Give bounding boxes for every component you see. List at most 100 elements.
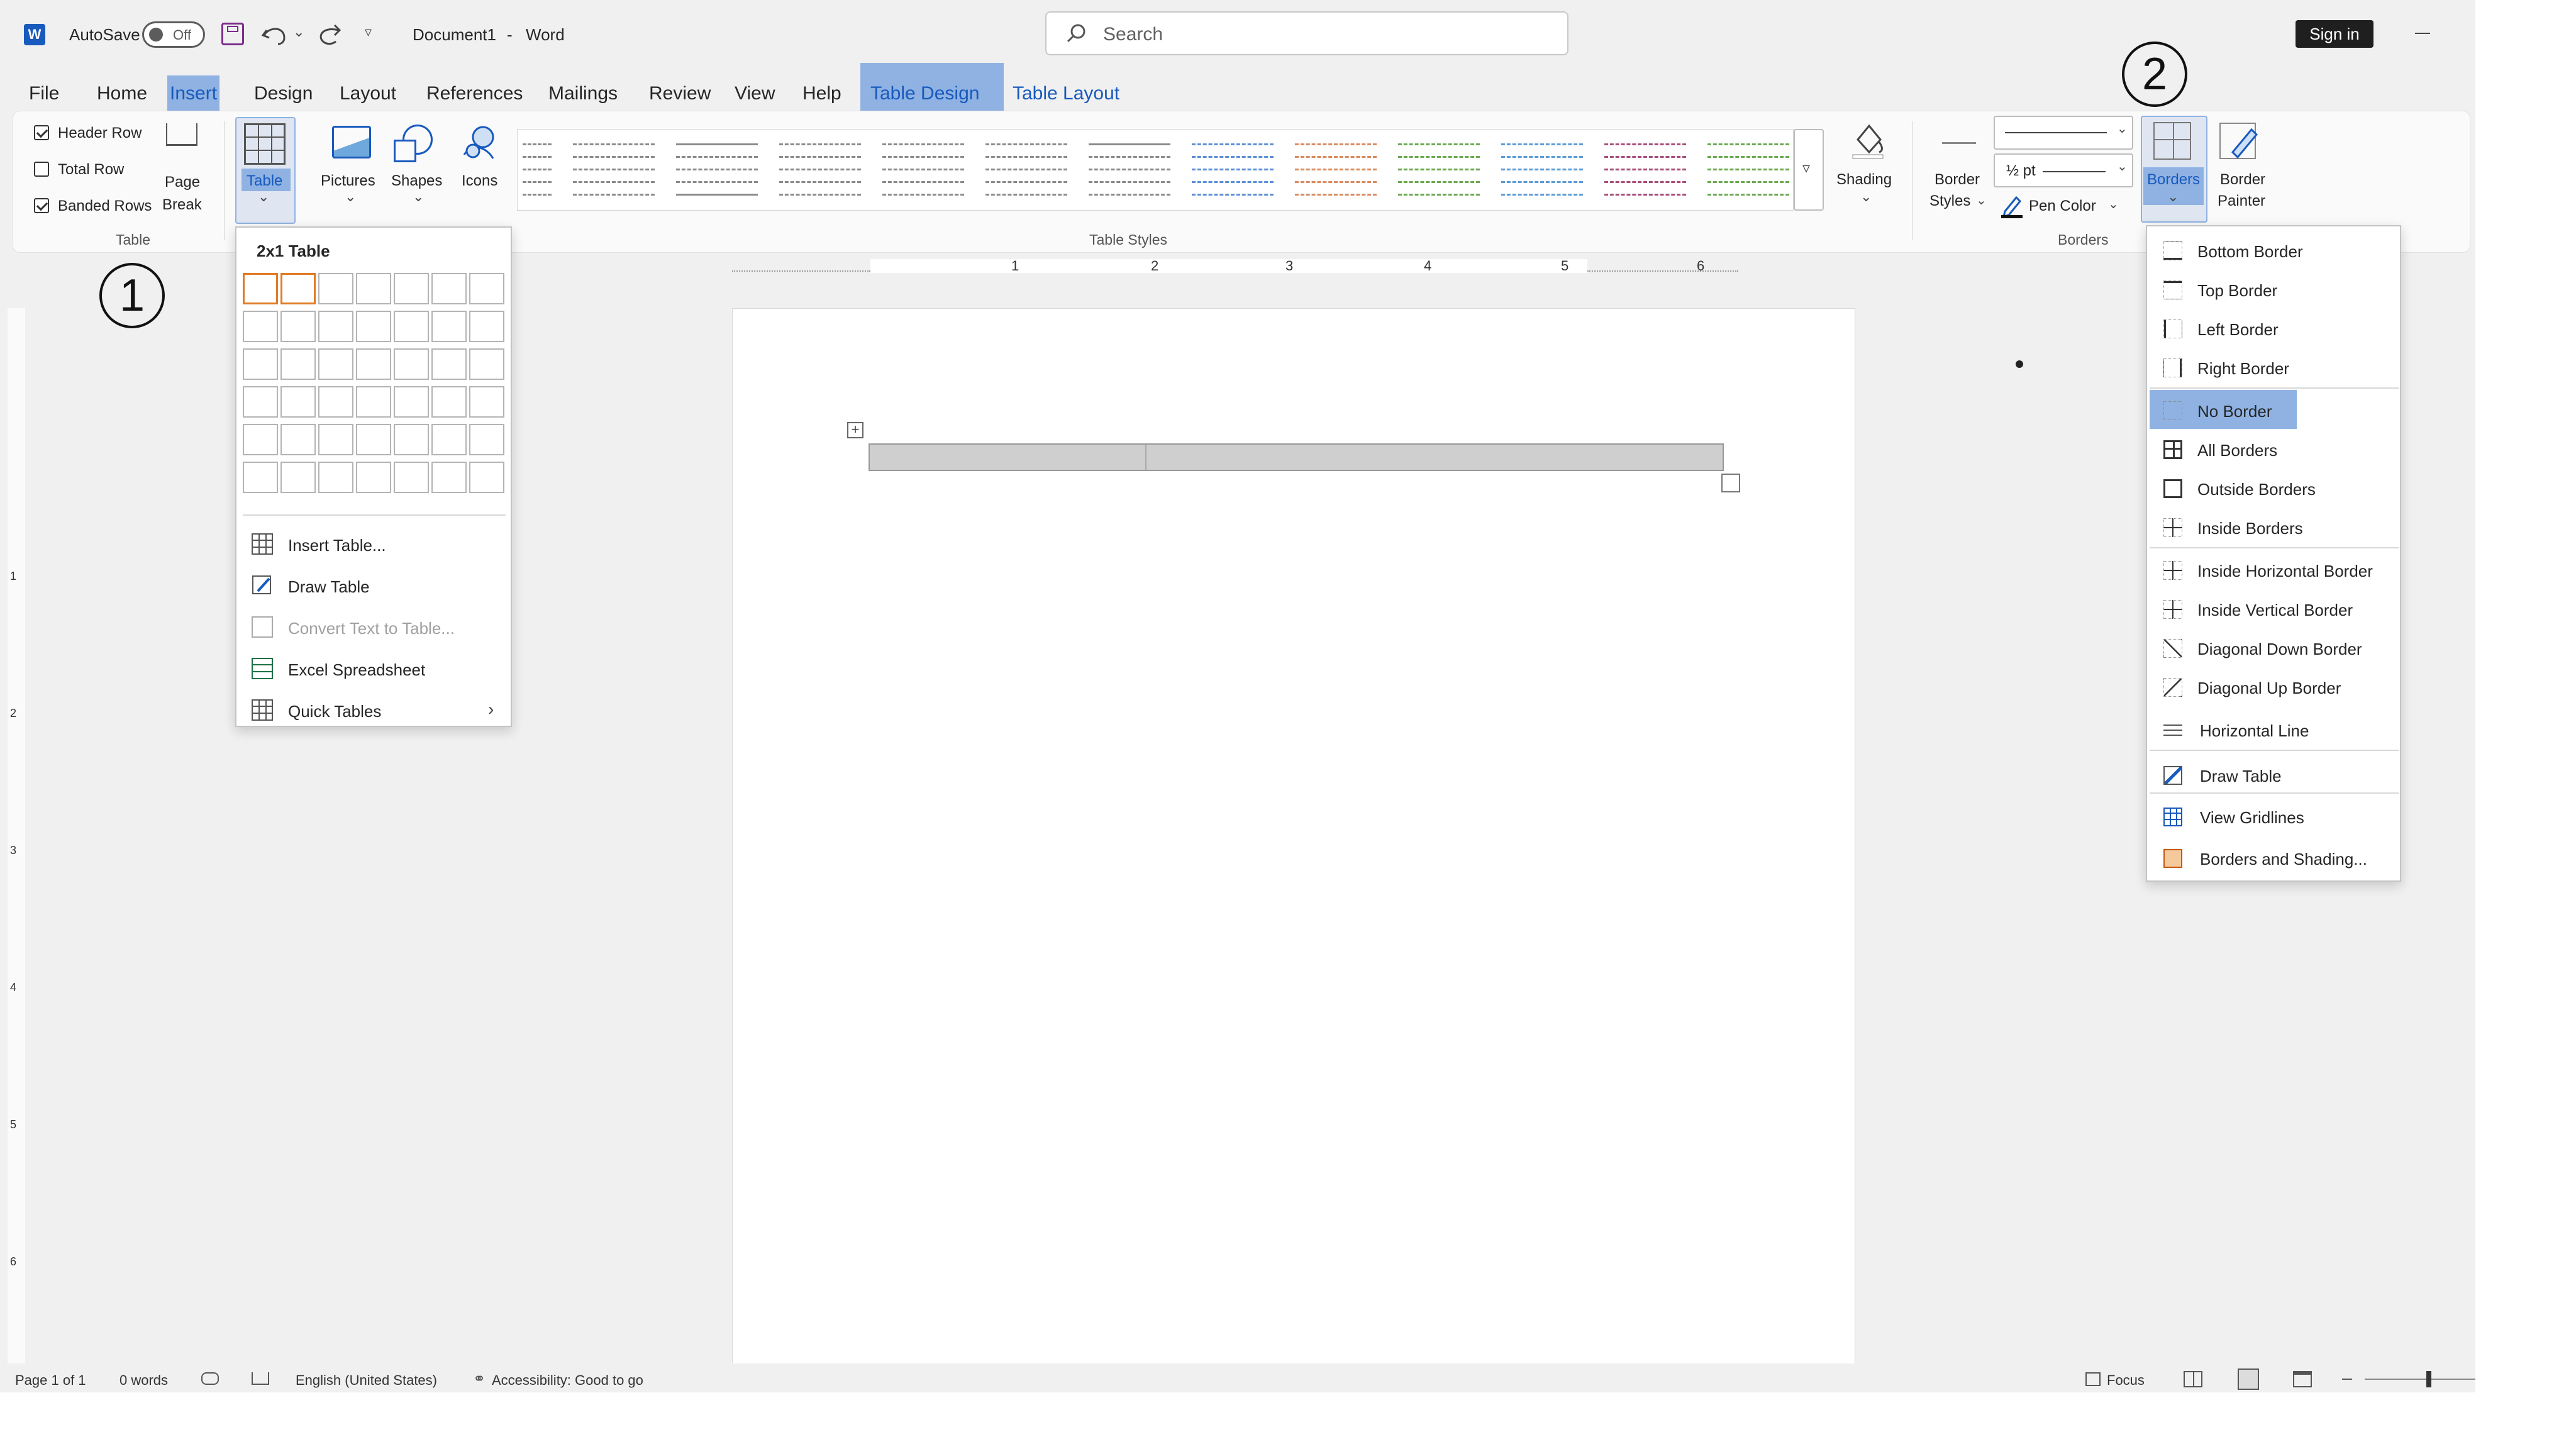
tab-help[interactable]: Help <box>800 75 844 112</box>
table-style-swatch[interactable] <box>1291 137 1380 200</box>
table-grid-cell[interactable] <box>431 273 467 304</box>
table-grid-cell[interactable] <box>431 462 467 493</box>
borders-menu-item-view-gridlines[interactable]: View Gridlines <box>2147 800 2400 835</box>
table-style-swatch[interactable] <box>1704 137 1793 200</box>
tab-insert[interactable]: Insert <box>167 75 220 112</box>
border-styles-label-line2[interactable]: Styles <box>1929 192 1970 210</box>
word-count[interactable]: 0 words <box>119 1372 168 1389</box>
table-style-swatch[interactable] <box>1497 137 1587 200</box>
table-resize-handle[interactable] <box>1721 474 1740 492</box>
table-grid-cell[interactable] <box>356 424 391 455</box>
borders-menu-item-draw-table[interactable]: Draw Table <box>2147 758 2400 794</box>
table-grid-cell[interactable] <box>394 424 429 455</box>
line-weight-dropdown[interactable]: ½ pt ⌄ <box>1994 153 2133 187</box>
table-grid-cell[interactable] <box>394 386 429 418</box>
table-grid-cell[interactable] <box>469 462 504 493</box>
table-grid-cell[interactable] <box>280 462 316 493</box>
search-box[interactable]: Search <box>1045 11 1568 55</box>
zoom-slider-thumb[interactable] <box>2426 1371 2431 1387</box>
table-grid-cell[interactable] <box>469 424 504 455</box>
table-grid-cell[interactable] <box>356 386 391 418</box>
table-grid-cell[interactable] <box>431 348 467 380</box>
shading-dropdown-icon[interactable]: ⌄ <box>1860 189 1872 205</box>
save-icon[interactable] <box>221 23 244 45</box>
table-grid-cell[interactable] <box>243 424 278 455</box>
table-grid-cell[interactable] <box>431 386 467 418</box>
borders-menu-item-horizontal-line[interactable]: Horizontal Line <box>2147 713 2400 748</box>
table-grid-cell[interactable] <box>431 311 467 342</box>
table-grid-cell[interactable] <box>394 348 429 380</box>
table-grid-cell[interactable] <box>280 348 316 380</box>
document-page[interactable]: + <box>732 308 2023 1392</box>
table-move-handle[interactable]: + <box>847 422 863 438</box>
table-grid-cell[interactable] <box>356 311 391 342</box>
border-painter-label-line1[interactable]: Border <box>2220 171 2265 189</box>
borders-menu-item-top-border[interactable]: Top Border <box>2147 273 2400 308</box>
borders-menu-item-inside-horizontal-border[interactable]: Inside Horizontal Border <box>2147 553 2400 589</box>
autosave-toggle[interactable]: Off <box>142 21 205 48</box>
page-count[interactable]: Page 1 of 1 <box>15 1372 86 1389</box>
table-grid-cell[interactable] <box>280 424 316 455</box>
table-style-swatch[interactable] <box>1188 137 1277 200</box>
excel-spreadsheet-item[interactable]: Excel Spreadsheet <box>236 650 511 688</box>
borders-menu-item-inside-borders[interactable]: Inside Borders <box>2147 511 2400 546</box>
borders-menu-item-left-border[interactable]: Left Border <box>2147 312 2400 347</box>
table-grid-cell[interactable] <box>431 424 467 455</box>
table-style-swatch[interactable] <box>982 137 1071 200</box>
table-size-grid[interactable] <box>243 273 507 503</box>
read-mode-icon[interactable] <box>2184 1371 2202 1387</box>
table-style-swatch[interactable] <box>519 137 552 200</box>
document-table[interactable] <box>869 443 1724 471</box>
pictures-dropdown-icon[interactable]: ⌄ <box>345 189 356 205</box>
redo-icon[interactable] <box>316 21 343 47</box>
print-layout-icon[interactable] <box>2238 1368 2259 1390</box>
quick-tables-item[interactable]: Quick Tables › <box>236 692 511 730</box>
table-grid-cell[interactable] <box>243 348 278 380</box>
shapes-dropdown-icon[interactable]: ⌄ <box>413 189 424 205</box>
table-style-swatch[interactable] <box>1601 137 1690 200</box>
tab-table-design[interactable]: Table Design <box>868 75 982 112</box>
tab-mailings[interactable]: Mailings <box>546 75 620 112</box>
table-grid-cell[interactable] <box>318 311 353 342</box>
table-grid-cell[interactable] <box>280 273 316 304</box>
total-row-checkbox[interactable] <box>34 162 49 177</box>
tab-file[interactable]: File <box>26 75 62 112</box>
table-style-swatch[interactable] <box>1085 137 1174 200</box>
borders-menu-item-inside-vertical-border[interactable]: Inside Vertical Border <box>2147 592 2400 628</box>
table-grid-cell[interactable] <box>280 386 316 418</box>
borders-menu-item-outside-borders[interactable]: Outside Borders <box>2147 472 2400 507</box>
table-grid-cell[interactable] <box>243 273 278 304</box>
track-changes-icon[interactable] <box>201 1372 219 1385</box>
tab-references[interactable]: References <box>424 75 525 112</box>
table-grid-cell[interactable] <box>469 311 504 342</box>
table-grid-cell[interactable] <box>280 311 316 342</box>
table-grid-cell[interactable] <box>318 462 353 493</box>
table-grid-cell[interactable] <box>356 348 391 380</box>
table-grid-cell[interactable] <box>469 348 504 380</box>
sign-in-button[interactable]: Sign in <box>2296 20 2373 48</box>
undo-dropdown-icon[interactable]: ⌄ <box>293 24 304 40</box>
table-grid-cell[interactable] <box>318 386 353 418</box>
table-grid-cell[interactable] <box>243 386 278 418</box>
draw-table-item[interactable]: Draw Table <box>236 567 511 605</box>
table-style-swatch[interactable] <box>879 137 968 200</box>
gallery-more-button[interactable]: ▿ <box>1794 129 1824 211</box>
borders-menu-item-diagonal-up-border[interactable]: Diagonal Up Border <box>2147 670 2400 706</box>
undo-icon[interactable] <box>260 21 288 47</box>
table-grid-cell[interactable] <box>243 462 278 493</box>
table-grid-cell[interactable] <box>356 273 391 304</box>
borders-menu-item-bottom-border[interactable]: Bottom Border <box>2147 234 2400 269</box>
minimize-icon[interactable] <box>2415 33 2430 34</box>
table-style-swatch[interactable] <box>569 137 658 200</box>
zoom-slider[interactable] <box>2365 1379 2475 1380</box>
tab-table-layout[interactable]: Table Layout <box>1010 75 1122 112</box>
shapes-label[interactable]: Shapes <box>391 172 442 190</box>
table-grid-cell[interactable] <box>394 462 429 493</box>
table-style-swatch[interactable] <box>775 137 865 200</box>
table-grid-cell[interactable] <box>318 424 353 455</box>
table-cell[interactable] <box>870 445 1146 470</box>
table-grid-cell[interactable] <box>318 273 353 304</box>
border-styles-label-line1[interactable]: Border <box>1935 171 1980 189</box>
table-grid-cell[interactable] <box>469 273 504 304</box>
borders-menu-item-diagonal-down-border[interactable]: Diagonal Down Border <box>2147 631 2400 667</box>
